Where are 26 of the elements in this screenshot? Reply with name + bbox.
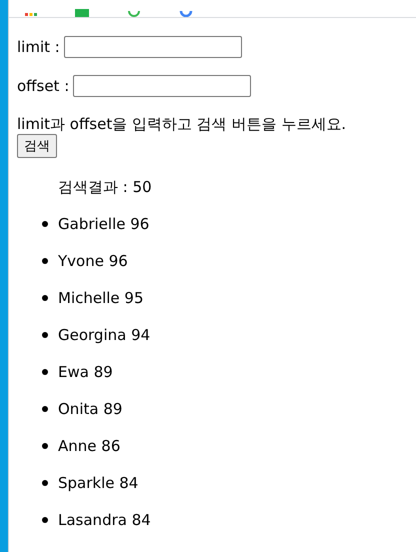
bullet-icon — [42, 443, 48, 449]
result-item: Anne 86 — [58, 437, 120, 455]
result-item: Sparkle 84 — [58, 474, 138, 492]
bullet-icon — [42, 406, 48, 412]
result-item: Michelle 95 — [58, 289, 144, 307]
result-item: Ewa 89 — [58, 363, 113, 381]
bullet-icon — [42, 332, 48, 338]
result-item: Lasandra 84 — [58, 511, 151, 529]
bullet-icon — [42, 480, 48, 486]
search-button[interactable]: 검색 — [17, 134, 57, 158]
instruction-text: limit과 offset을 입력하고 검색 버튼을 누르세요. — [17, 114, 348, 134]
input-field[interactable] — [64, 36, 242, 58]
result-item: Onita 89 — [58, 400, 122, 418]
field-label: offset : — [17, 77, 70, 95]
apps-icon[interactable] — [25, 11, 37, 17]
bullet-icon — [42, 369, 48, 375]
bullet-icon — [42, 258, 48, 264]
bullet-icon — [42, 221, 48, 227]
input-field[interactable] — [73, 75, 252, 97]
result-item: Gabrielle 96 — [58, 215, 150, 233]
field-label: limit : — [17, 38, 60, 56]
bullet-icon — [42, 517, 48, 523]
result-summary: 검색결과 : 50 — [58, 177, 153, 198]
result-item: Georgina 94 — [58, 326, 150, 344]
result-item: Yvone 96 — [58, 252, 128, 270]
bullet-icon — [42, 295, 48, 301]
